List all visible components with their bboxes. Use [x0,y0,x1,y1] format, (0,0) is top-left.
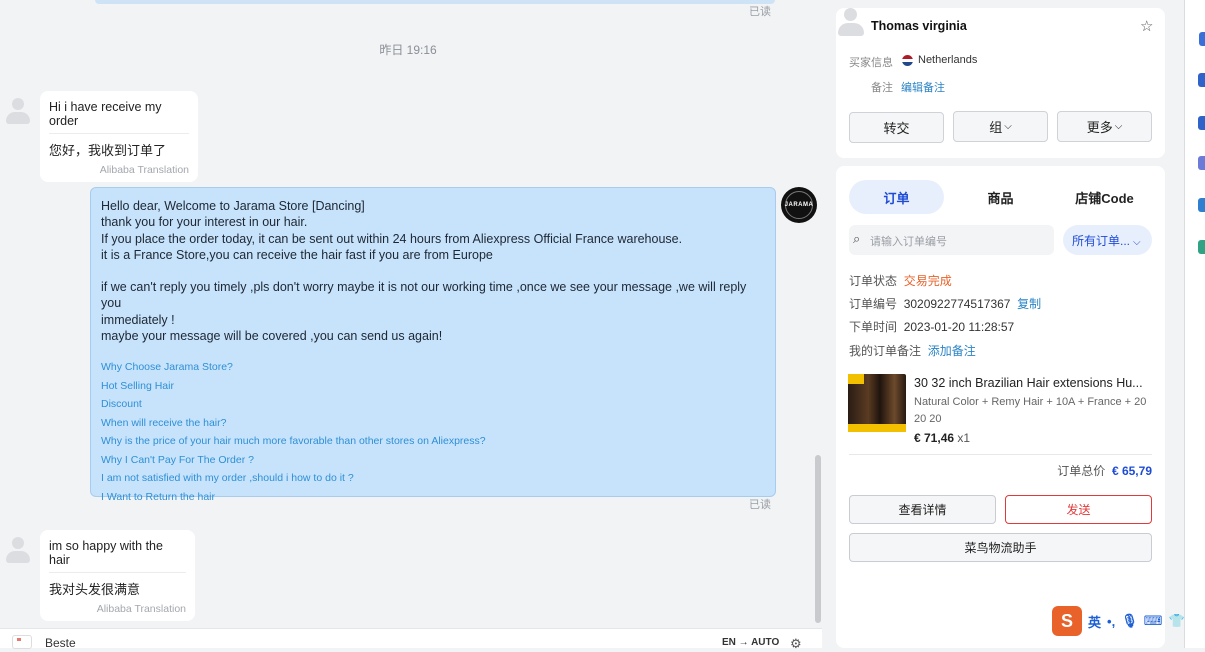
punctuation-icon[interactable]: •, [1107,614,1115,629]
chat-area: 已读 昨日 19:16 Hi i have receive my order 您… [0,0,826,651]
order-filter-select[interactable]: 所有订单... ⌵ [1063,225,1152,255]
faq-link[interactable]: I am not satisfied with my order ,should… [101,469,765,488]
more-button[interactable]: 更多 ⌵ [1057,111,1152,142]
buyer-panel: Thomas virginia ☆ 买家信息 Netherlands 备注 编辑… [836,8,1165,158]
message-input-bar[interactable]: Beste EN → AUTO ⚙ [0,628,822,651]
faq-link[interactable]: I Want to Return the hair [101,488,765,507]
faq-link[interactable]: Why is the price of your hair much more … [101,432,765,451]
tab-orders[interactable]: 订单 [849,180,944,214]
read-receipt: 已读 [749,6,771,18]
add-note-link[interactable]: 添加备注 [928,344,976,358]
buyer-country: Netherlands [918,54,978,66]
translate-toggle-icon[interactable] [12,635,32,649]
order-time-row: 下单时间 2023-01-20 11:28:57 [849,320,1015,334]
order-number-row: 订单编号 3020922774517367 复制 [849,297,1042,311]
order-status-row: 订单状态 交易完成 [849,274,952,288]
translation-source: Alibaba Translation [99,164,189,176]
buyer-avatar [5,537,31,563]
incoming-message: Hi i have receive my order 您好，我收到订单了 Ali… [40,91,198,182]
message-line: thank you for your interest in our hair. [101,215,308,230]
gear-icon[interactable]: ⚙ [790,636,802,652]
buyer-avatar [838,8,864,38]
sidebar-icon[interactable] [1198,116,1205,130]
previous-bubble-edge [95,0,775,4]
faq-link[interactable]: Hot Selling Hair [101,377,765,396]
faq-link[interactable]: When will receive the hair? [101,414,765,433]
sidebar-icon[interactable] [1198,156,1205,170]
sidebar-icon[interactable] [1198,198,1205,212]
order-search[interactable]: ⌕ 请输入订单编号 [849,225,1054,255]
search-input[interactable]: 请输入订单编号 [870,233,947,249]
order-number: 3020922774517367 [903,297,1011,311]
netherlands-flag-icon [902,55,913,66]
message-line: it is a France Store,you can receive the… [101,247,493,262]
skin-icon[interactable]: 👕 [1168,613,1184,629]
orders-panel: 订单 商品 店铺Code ⌕ 请输入订单编号 所有订单... ⌵ 订单状态 交易完… [836,166,1165,648]
chat-timestamp: 昨日 19:16 [379,43,437,57]
message-translation: 我对头发很满意 [49,582,141,597]
order-status: 交易完成 [903,274,952,288]
product-image[interactable] [848,374,906,432]
incoming-message: im so happy with the hair 我对头发很满意 Alibab… [40,530,195,621]
star-icon[interactable]: ☆ [1140,17,1153,35]
product-title[interactable]: 30 32 inch Brazilian Hair extensions Hu.… [914,376,1150,390]
group-button[interactable]: 组 ⌵ [953,111,1048,142]
message-line: maybe your message will be covered ,you … [101,329,443,344]
message-line: Hello dear, Welcome to Jarama Store [Dan… [101,199,365,213]
divider [849,454,1152,455]
view-details-button[interactable]: 查看详情 [849,495,996,524]
read-receipt: 已读 [749,499,771,511]
message-original: Hi i have receive my order [49,100,189,134]
sidebar-icon[interactable] [1198,73,1205,87]
copy-link[interactable]: 复制 [1017,297,1041,311]
chat-scrollbar-thumb[interactable] [815,455,821,623]
chevron-down-icon: ⌵ [1004,121,1012,132]
chevron-down-icon: ⌵ [1114,121,1123,132]
buyer-avatar [5,98,31,124]
note-label: 备注 [871,82,893,94]
outgoing-message: Hello dear, Welcome to Jarama Store [Dan… [90,187,776,503]
faq-link[interactable]: Why Choose Jarama Store? [101,358,765,377]
sidebar-icon[interactable] [1199,32,1205,46]
message-line: If you place the order today, it can be … [101,231,683,246]
message-line: immediately ! [101,312,175,327]
logistics-assistant-button[interactable]: 菜鸟物流助手 [849,533,1152,562]
microphone-icon[interactable]: 🎙 [1121,613,1138,629]
message-translation: 您好，我收到订单了 [49,143,167,158]
buyer-info-label: 买家信息 [849,57,893,69]
product-price: € 71,46 x1 [914,431,971,445]
send-button[interactable]: 发送 [1005,495,1152,524]
translation-language-switch[interactable]: EN → AUTO [722,637,779,648]
edit-note-link[interactable]: 编辑备注 [901,79,945,95]
faq-link[interactable]: Discount [101,395,765,414]
faq-link[interactable]: Why I Can't Pay For The Order ? [101,451,765,470]
tab-store-code[interactable]: 店铺Code [1057,180,1152,214]
chevron-down-icon: ⌵ [1133,237,1141,248]
buyer-name: Thomas virginia [871,19,967,33]
order-note-row: 我的订单备注 添加备注 [849,344,976,358]
transfer-button[interactable]: 转交 [849,112,944,143]
right-sidebar [1184,0,1205,648]
tab-products[interactable]: 商品 [953,180,1048,214]
order-time: 2023-01-20 11:28:57 [903,320,1015,334]
message-line: if we can't reply you timely ,pls don't … [101,280,747,311]
sogou-logo-icon[interactable]: S [1052,606,1082,636]
order-total: 订单总价 € 65,79 [1057,464,1152,478]
translation-source: Alibaba Translation [96,603,186,615]
sidebar-icon[interactable] [1198,240,1205,254]
product-quantity: x1 [957,431,971,445]
search-icon: ⌕ [853,231,861,246]
ime-mode[interactable]: 英 [1088,612,1101,631]
keyboard-icon[interactable]: ⌨ [1144,613,1163,629]
message-original: im so happy with the hair [49,539,186,573]
input-method-toolbar[interactable]: S 英 •, 🎙 ⌨ 👕 [1052,606,1205,636]
product-variant: Natural Color + Remy Hair + 10A + France… [914,396,1147,425]
